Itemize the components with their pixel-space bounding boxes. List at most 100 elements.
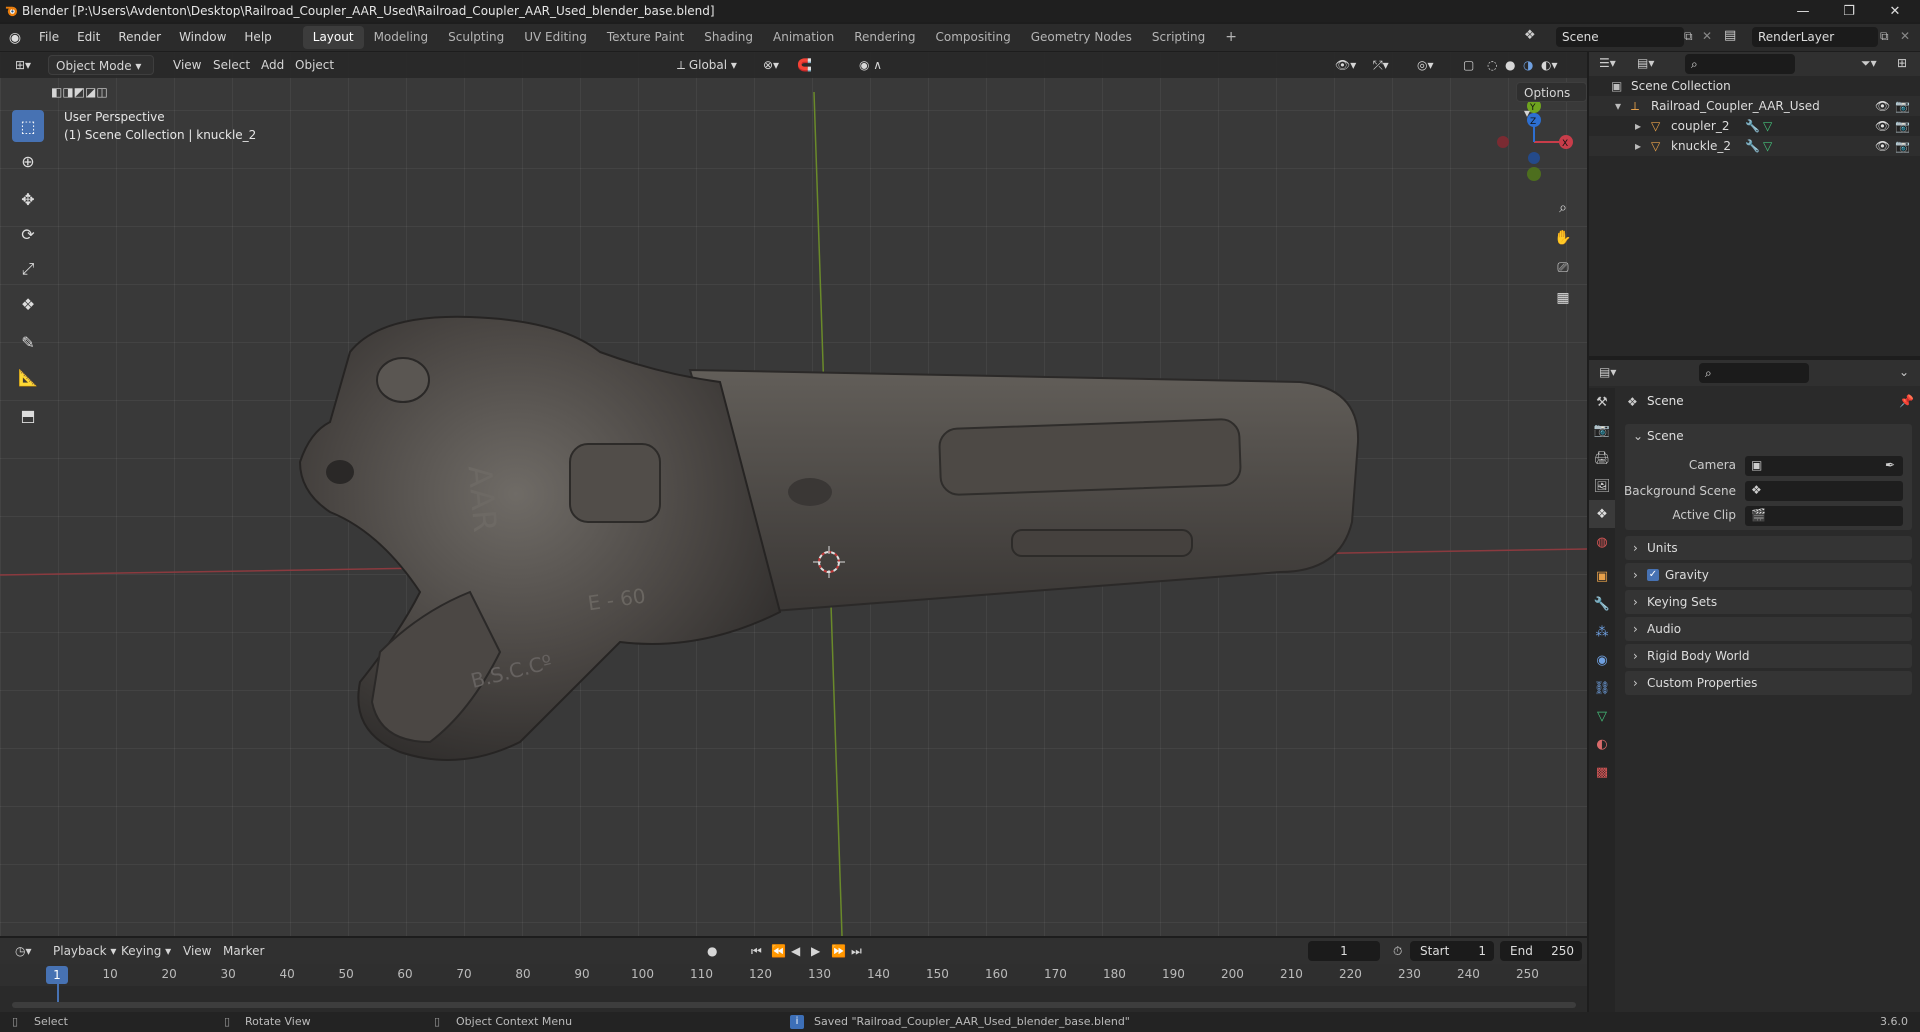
world-tab-icon[interactable]: ◍ [1589, 528, 1615, 556]
overlay-toggle-icon[interactable]: ◎▾ [1410, 55, 1441, 75]
viewport-menu-select[interactable]: Select [206, 55, 257, 75]
add-workspace-button[interactable]: + [1215, 26, 1247, 49]
new-scene-icon[interactable]: ⧉ [1684, 29, 1693, 44]
preview-range-icon[interactable]: ⏱ [1386, 941, 1409, 961]
rigid-body-world-panel[interactable]: › Rigid Body World [1625, 644, 1912, 668]
audio-panel[interactable]: › Audio [1625, 617, 1912, 641]
current-frame-field[interactable]: 1 [1308, 941, 1380, 961]
menu-render[interactable]: Render [109, 24, 170, 51]
renderlayer-browse-icon[interactable]: ▤ [1724, 28, 1736, 43]
outliner-search-input[interactable]: ⌕ [1685, 54, 1795, 74]
render-tab-icon[interactable]: 📷 [1589, 416, 1615, 444]
render-camera-icon[interactable]: 📷 [1895, 136, 1910, 156]
playhead[interactable]: 1 [46, 966, 68, 984]
move-tool-icon[interactable]: ✥ [12, 183, 44, 215]
annotate-tool-icon[interactable]: ✎ [12, 326, 44, 358]
scene-field[interactable]: Scene [1556, 27, 1684, 47]
ortho-toggle-icon[interactable]: ▦ [1551, 286, 1575, 310]
data-tab-icon[interactable]: ▽ [1589, 702, 1615, 730]
cursor-tool-icon[interactable]: ⊕ [12, 145, 44, 177]
gravity-checkbox[interactable]: ✓ [1647, 569, 1659, 581]
delete-scene-icon[interactable]: ✕ [1702, 29, 1712, 43]
expand-arrow-icon[interactable]: ▸ [1635, 136, 1641, 156]
material-tab-icon[interactable]: ◐ [1589, 730, 1615, 758]
proportional-edit-icon[interactable]: ◉ ∧ [852, 55, 889, 75]
timeline-editor-icon[interactable]: ◷▾ [8, 941, 39, 961]
particles-tab-icon[interactable]: ⁂ [1589, 618, 1615, 646]
transform-tool-icon[interactable]: ❖ [12, 288, 44, 320]
tab-uv-editing[interactable]: UV Editing [514, 26, 597, 49]
viewport-menu-view[interactable]: View [166, 55, 208, 75]
renderlayer-field[interactable]: RenderLayer [1752, 27, 1878, 47]
outliner-display-mode-icon[interactable]: ▤▾ [1637, 56, 1654, 70]
editor-type-icon[interactable]: ⊞▾ [8, 55, 38, 75]
gravity-panel[interactable]: › ✓ Gravity [1625, 563, 1912, 587]
tab-modeling[interactable]: Modeling [364, 26, 439, 49]
tab-rendering[interactable]: Rendering [844, 26, 925, 49]
filter-icon[interactable]: ⏷▾ [1861, 56, 1877, 71]
measure-tool-icon[interactable]: 📐 [12, 361, 44, 393]
timeline-scrollbar[interactable] [12, 1002, 1576, 1008]
tab-shading[interactable]: Shading [694, 26, 763, 49]
tab-animation[interactable]: Animation [763, 26, 844, 49]
viewport-menu-object[interactable]: Object [288, 55, 341, 75]
3d-viewport[interactable]: AAR E - 60 B.S.C.Cº User Perspective (1)… [0, 52, 1587, 936]
scale-tool-icon[interactable]: ⤢ [12, 253, 44, 285]
select-box-tool-icon[interactable]: ⬚ [12, 110, 44, 142]
visibility-eye-icon[interactable]: 👁 [1875, 116, 1890, 136]
shading-rendered-icon[interactable]: ◐▾ [1534, 55, 1565, 75]
visibility-icon[interactable]: 👁▾ [1328, 55, 1363, 75]
orientation-dropdown[interactable]: ⟂ Global ▾ [670, 55, 744, 75]
gizmo-toggle-icon[interactable]: ⤱▾ [1366, 55, 1396, 75]
rotate-tool-icon[interactable]: ⟳ [12, 218, 44, 250]
scene-tab-icon[interactable]: ❖ [1589, 500, 1615, 528]
options-dropdown[interactable]: Options ▾ [1516, 82, 1587, 120]
timeline-ruler[interactable]: 1102030405060708090100110120130140150160… [0, 964, 1587, 986]
units-panel[interactable]: › Units [1625, 536, 1912, 560]
jump-end-icon[interactable]: ⏭ [844, 941, 869, 961]
outliner-row-coupler[interactable]: ▸ ▽ coupler_2 🔧 ▽ 👁 📷 [1589, 116, 1920, 136]
constraints-tab-icon[interactable]: ⛓ [1589, 674, 1615, 702]
delete-renderlayer-icon[interactable]: ✕ [1900, 29, 1910, 43]
properties-editor-icon[interactable]: ▤▾ [1599, 365, 1616, 379]
texture-tab-icon[interactable]: ▩ [1589, 758, 1615, 786]
timeline-menu-keying[interactable]: Keying ▾ [114, 941, 178, 961]
camera-view-icon[interactable]: ⎚ [1551, 256, 1575, 280]
collapse-arrow-icon[interactable]: ⌄ [1633, 424, 1643, 448]
menu-help[interactable]: Help [235, 24, 280, 51]
tool-tab-icon[interactable]: ⚒ [1589, 388, 1615, 416]
physics-tab-icon[interactable]: ◉ [1589, 646, 1615, 674]
pan-view-icon[interactable]: ✋ [1551, 226, 1575, 250]
menu-window[interactable]: Window [170, 24, 235, 51]
timeline-menu-playback[interactable]: Playback ▾ [46, 941, 123, 961]
outliner-row-collection[interactable]: ▾ ⟂ Railroad_Coupler_AAR_Used 👁 📷 [1589, 96, 1920, 116]
mode-dropdown[interactable]: Object Mode ▾ [48, 55, 154, 75]
output-tab-icon[interactable]: 🖨 [1589, 444, 1615, 472]
timeline-menu-view[interactable]: View [176, 941, 218, 961]
tab-compositing[interactable]: Compositing [925, 26, 1020, 49]
pivot-icon[interactable]: ⊗▾ [756, 55, 786, 75]
expand-arrow-icon[interactable]: ▸ [1635, 116, 1641, 136]
close-window-button[interactable]: ✕ [1872, 0, 1918, 22]
scene-browse-icon[interactable]: ❖ [1524, 28, 1536, 43]
tab-geometry-nodes[interactable]: Geometry Nodes [1021, 26, 1142, 49]
outliner-row-knuckle[interactable]: ▸ ▽ knuckle_2 🔧 ▽ 👁 📷 [1589, 136, 1920, 156]
object-tab-icon[interactable]: ▣ [1589, 562, 1615, 590]
maximize-button[interactable]: ❐ [1826, 0, 1872, 22]
outliner-editor-icon[interactable]: ☰▾ [1599, 56, 1616, 70]
visibility-eye-icon[interactable]: 👁 [1875, 96, 1890, 116]
add-cube-tool-icon[interactable]: ⬒ [12, 399, 44, 431]
active-clip-field[interactable]: 🎬 [1745, 506, 1903, 526]
xray-icon[interactable]: ▢ [1456, 55, 1481, 75]
camera-field[interactable]: ▣ ✒ [1745, 456, 1903, 476]
tab-texture-paint[interactable]: Texture Paint [597, 26, 694, 49]
modifier-tab-icon[interactable]: 🔧 [1589, 590, 1615, 618]
new-renderlayer-icon[interactable]: ⧉ [1880, 29, 1889, 44]
scene-panel-title[interactable]: Scene [1647, 424, 1684, 448]
visibility-eye-icon[interactable]: 👁 [1875, 136, 1890, 156]
record-icon[interactable]: ● [700, 941, 724, 961]
minimize-button[interactable]: — [1780, 0, 1826, 22]
snap-icon[interactable]: 🧲 [790, 55, 819, 75]
eyedropper-icon[interactable]: ✒ [1885, 458, 1895, 472]
properties-search-input[interactable]: ⌕ [1699, 363, 1809, 383]
